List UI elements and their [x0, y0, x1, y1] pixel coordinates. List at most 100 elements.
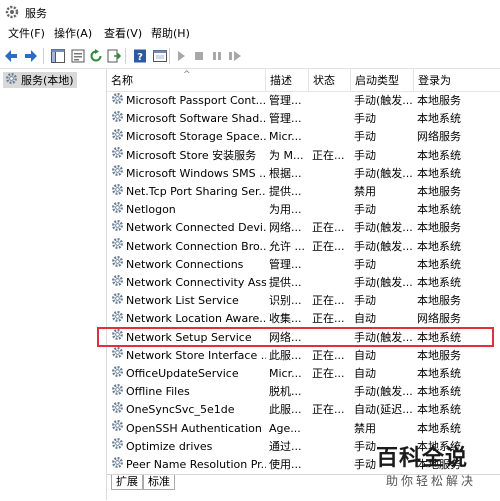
service-startup-type: 自动 [354, 312, 376, 326]
service-name: Microsoft Passport Cont... [126, 94, 266, 107]
service-name-cell: Network Connected Devi... [111, 219, 266, 237]
service-name-cell: Microsoft Software Shad... [111, 110, 266, 128]
tab-standard[interactable]: 标准 [143, 475, 175, 490]
service-status: 正在... [312, 239, 345, 253]
service-startup-type: 手动(触发... [354, 239, 413, 253]
service-name-cell: Network Location Aware... [111, 310, 266, 328]
service-row[interactable]: Network Connections 管理... 手动 本地系统 [107, 256, 500, 274]
service-name-cell: OneSyncSvc_5e1de [111, 401, 266, 419]
menu-view[interactable]: 查看(V) [101, 26, 145, 42]
service-logon-as: 本地系统 [417, 276, 461, 289]
service-row[interactable]: Network Connection Bro... 允许 ... 正在... 手动(触… [107, 238, 500, 256]
service-row[interactable]: Network Store Interface ... 此服... 正在... 自动 本… [107, 347, 500, 365]
service-startup-type: 手动 [354, 294, 376, 308]
toolbar-separator [125, 48, 126, 64]
service-row[interactable]: Network Connectivity Ass... 提供... 手动(触发...… [107, 274, 500, 292]
gear-icon [5, 72, 18, 88]
service-name: Microsoft Software Shad... [126, 112, 266, 126]
service-description: 提供... [269, 276, 302, 289]
service-name: OpenSSH Authentication ... [126, 421, 266, 435]
service-name-cell: Peer Name Resolution Pr... [111, 456, 266, 474]
column-header-logon-as[interactable]: 登录为 [414, 69, 500, 91]
service-logon-as: 本地系统 [417, 148, 461, 162]
service-status [312, 420, 350, 438]
service-row[interactable]: OneSyncSvc_5e1de 此服... 正在... 自动(延迟... 本地系统 [107, 401, 500, 419]
service-row[interactable]: Network List Service 识别... 正在... 手动 本地服务 [107, 292, 500, 310]
service-description: 为用... [269, 203, 302, 217]
service-startup-type: 手动(触发... [354, 276, 413, 289]
service-row[interactable]: Microsoft Store 安装服务为 M... 正在... 手动 本地系统 [107, 147, 500, 165]
service-status [312, 201, 350, 219]
watermark-subtitle: 助你轻松解决 [386, 474, 477, 488]
service-startup-type: 手动 [354, 112, 376, 126]
service-row[interactable]: Microsoft Software Shad... 管理... 手动 本地系统 [107, 110, 500, 128]
export-list-icon[interactable] [105, 47, 123, 65]
service-gear-icon [111, 438, 124, 456]
service-row[interactable]: Net.Tcp Port Sharing Ser... 提供... 禁用 本地服务 [107, 183, 500, 201]
pause-service-icon[interactable] [208, 47, 226, 65]
service-startup-type: 禁用 [354, 185, 376, 198]
service-startup-type: 手动 [354, 257, 376, 271]
service-row[interactable]: Network Connected Devi... 网络... 正在... 手动(触发… [107, 219, 500, 237]
service-gear-icon [111, 274, 124, 292]
service-logon-as: 本地服务 [417, 221, 461, 235]
service-startup-type: 自动 [354, 348, 376, 362]
service-status [312, 110, 350, 128]
service-logon-as: 本地系统 [417, 166, 461, 180]
back-icon[interactable] [2, 47, 20, 65]
service-name: Network Location Aware... [126, 312, 266, 326]
console-tree-icon[interactable] [49, 47, 67, 65]
service-name-cell: OfficeUpdateService [111, 365, 266, 383]
service-name: Offline Files [126, 385, 190, 399]
column-header-status[interactable]: 状态 [309, 69, 351, 91]
column-header-startup-type[interactable]: 启动类型 [351, 69, 414, 91]
watermark-title: 百科全说 [376, 446, 469, 471]
service-row[interactable]: OpenSSH Authentication ... Age... 禁用 本地系统 [107, 420, 500, 438]
service-startup-type: 手动(触发... [354, 94, 413, 107]
service-row[interactable]: Microsoft Windows SMS ... 根据... 手动(触发... 本地… [107, 165, 500, 183]
menu-file[interactable]: 文件(F) [5, 26, 48, 42]
toolbar-separator [43, 48, 44, 64]
service-row[interactable]: Microsoft Passport Cont... 管理... 手动(触发... 本… [107, 92, 500, 110]
service-name-cell: Network Connectivity Ass... [111, 274, 266, 292]
services-app-icon [5, 5, 19, 22]
service-gear-icon [111, 183, 124, 201]
show-hide-pane-icon[interactable] [151, 47, 169, 65]
service-description: 通过... [269, 439, 302, 453]
service-gear-icon [111, 165, 124, 183]
service-gear-icon [111, 292, 124, 310]
column-header-name[interactable]: ^ 名称 [107, 69, 266, 91]
properties-sheet-icon[interactable] [69, 47, 87, 65]
service-logon-as: 本地服务 [417, 185, 461, 198]
help-icon[interactable]: ? [131, 47, 149, 65]
service-name-cell: Microsoft Windows SMS ... [111, 165, 266, 183]
toolbar: ? [0, 44, 500, 69]
service-description: 管理... [269, 112, 302, 126]
tree-node-services-local[interactable]: 服务(本地) [3, 72, 77, 88]
restart-service-icon[interactable] [226, 47, 244, 65]
column-header-description[interactable]: 描述 [266, 69, 309, 91]
service-gear-icon [111, 365, 124, 383]
menu-action[interactable]: 操作(A) [51, 26, 95, 42]
toolbar-separator [169, 48, 170, 64]
service-row[interactable]: OfficeUpdateService Micr... 正在... 自动 本地系统 [107, 365, 500, 383]
service-startup-type: 手动 [354, 148, 376, 162]
service-row[interactable]: Offline Files 脱机... 手动(触发... 本地系统 [107, 383, 500, 401]
service-row[interactable]: Netlogon 为用... 手动 本地系统 [107, 201, 500, 219]
console-tree-pane: 服务(本地) [0, 69, 107, 500]
menu-help[interactable]: 帮助(H) [148, 26, 193, 42]
service-gear-icon [111, 238, 124, 256]
forward-icon[interactable] [22, 47, 40, 65]
service-gear-icon [111, 347, 124, 365]
tab-extended[interactable]: 扩展 [111, 475, 143, 490]
refresh-icon[interactable] [87, 47, 105, 65]
service-row[interactable]: Network Location Aware... 收集... 正在... 自动 网络服… [107, 310, 500, 328]
service-row[interactable]: Microsoft Storage Space... Micr... 手动 网络服务 [107, 128, 500, 146]
service-name-cell: Network Connections [111, 256, 266, 274]
service-gear-icon [111, 383, 124, 401]
service-name: Microsoft Windows SMS ... [126, 166, 266, 180]
stop-service-icon[interactable] [190, 47, 208, 65]
service-description: 网络... [269, 221, 302, 235]
svg-text:?: ? [137, 52, 143, 63]
service-status [312, 274, 350, 292]
